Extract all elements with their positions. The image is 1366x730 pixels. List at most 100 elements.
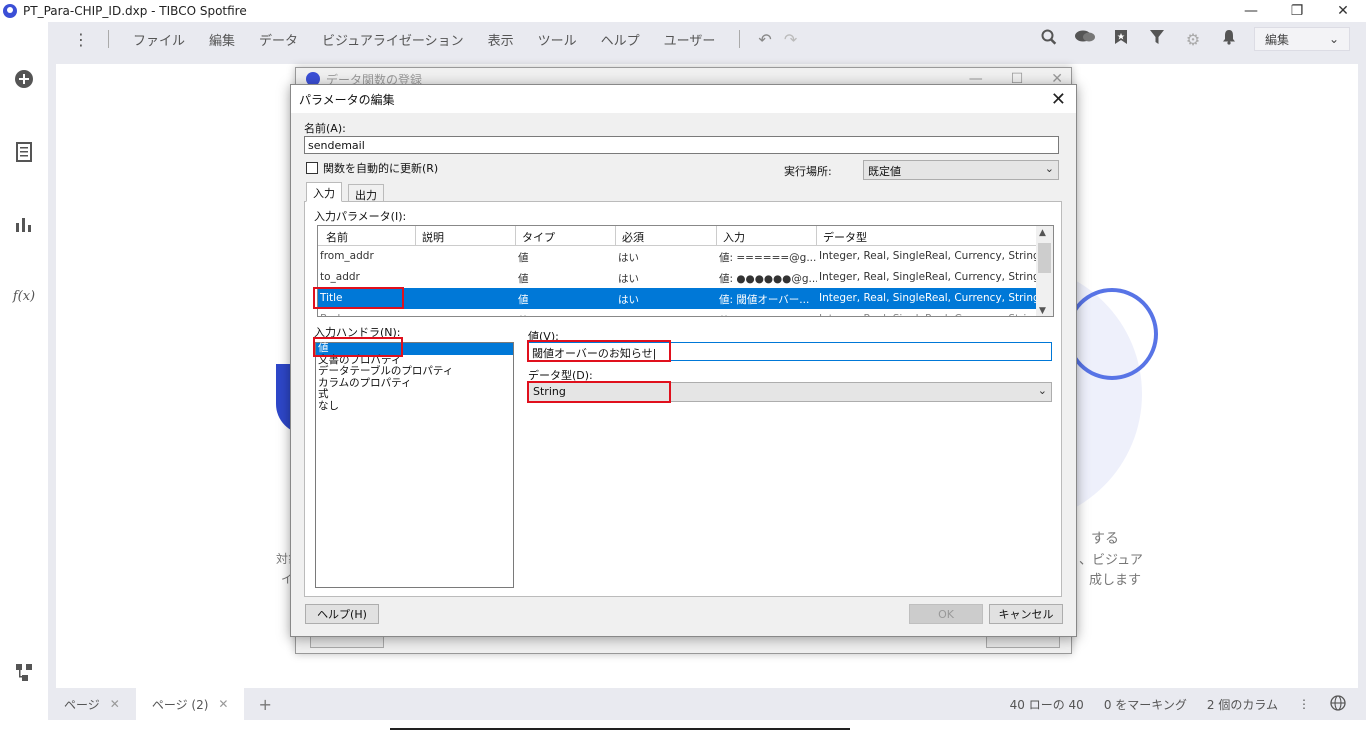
list-item-value[interactable]: 値 bbox=[316, 342, 513, 355]
menu-view[interactable]: 表示 bbox=[488, 30, 514, 49]
minimize-button[interactable]: — bbox=[1228, 0, 1274, 22]
menu-help[interactable]: ヘルプ bbox=[601, 30, 640, 49]
grid-scrollbar[interactable]: ▲ ▼ bbox=[1036, 226, 1053, 316]
cell-datatype: Integer, Real, SingleReal, Currency, Str… bbox=[819, 250, 1038, 262]
scroll-up-icon[interactable]: ▲ bbox=[1039, 228, 1046, 238]
marking-count[interactable]: 0 をマーキング bbox=[1104, 696, 1187, 713]
datatype-value: String bbox=[533, 385, 566, 398]
menu-divider bbox=[739, 30, 741, 48]
input-parameters-grid: 名前 説明 タイプ 必須 入力 データ型 from_addr 値 はい 値: =… bbox=[317, 225, 1054, 317]
input-handler-label: 入力ハンドラ(N): bbox=[314, 326, 401, 339]
menu-edit[interactable]: 編集 bbox=[209, 30, 235, 49]
notification-bell-icon[interactable] bbox=[1218, 29, 1240, 49]
ok-button[interactable]: OK bbox=[909, 604, 983, 624]
menu-visualization[interactable]: ビジュアライゼーション bbox=[322, 30, 464, 49]
scroll-down-icon[interactable]: ▼ bbox=[1039, 306, 1046, 316]
search-icon[interactable] bbox=[1038, 29, 1060, 49]
cell-required: はい bbox=[618, 273, 639, 285]
column-header-description[interactable]: 説明 bbox=[416, 226, 516, 246]
cell-input: 値: ●●●●●●@g... bbox=[719, 273, 817, 285]
tab-input[interactable]: 入力 bbox=[306, 182, 342, 202]
canvas-text-2: 、ビジュア bbox=[1079, 553, 1143, 568]
column-count[interactable]: 2 個のカラム bbox=[1207, 696, 1278, 713]
name-label: 名前(A): bbox=[304, 122, 346, 135]
cell-input: 値: ======@g... bbox=[719, 252, 817, 264]
cell-input: 値: 閾値オーバー... bbox=[719, 294, 810, 306]
add-icon[interactable] bbox=[12, 67, 36, 91]
input-params-label: 入力パラメータ(I): bbox=[314, 210, 407, 223]
flow-icon[interactable] bbox=[12, 660, 36, 684]
scroll-thumb[interactable] bbox=[1038, 243, 1051, 273]
more-options-icon[interactable]: ⋮ bbox=[1298, 697, 1310, 711]
list-item-column-property[interactable]: カラムのプロパティ bbox=[316, 377, 513, 390]
close-window-button[interactable]: ✕ bbox=[1320, 0, 1366, 22]
cell-required: はい bbox=[618, 252, 639, 264]
cell-datatype: Integer, Real, SingleReal, Currency, Str… bbox=[819, 292, 1038, 304]
menu-tools[interactable]: ツール bbox=[538, 30, 577, 49]
edit-parameter-dialog: パラメータの編集 ✕ 名前(A): sendemail 関数を自動的に更新(R)… bbox=[290, 84, 1077, 637]
dialog-close-button[interactable]: ✕ bbox=[1051, 89, 1066, 110]
undo-icon[interactable]: ↶ bbox=[758, 30, 771, 49]
menu-divider bbox=[108, 30, 109, 48]
menu-file[interactable]: ファイル bbox=[133, 30, 185, 49]
table-row[interactable]: to_addr 値 はい 値: ●●●●●●@g... Integer, Rea… bbox=[318, 267, 1038, 288]
menu-data[interactable]: データ bbox=[259, 30, 298, 49]
status-bar: ページ ✕ ページ (2) ✕ + 40 ローの 40 0 をマーキング 2 個… bbox=[48, 688, 1366, 720]
page-tab-2[interactable]: ページ (2) ✕ bbox=[135, 688, 245, 720]
spotfire-logo-icon bbox=[3, 4, 17, 18]
cancel-button[interactable]: キャンセル bbox=[989, 604, 1063, 624]
mode-select[interactable]: 編集 ⌄ bbox=[1254, 27, 1350, 51]
add-page-button[interactable]: + bbox=[258, 695, 271, 714]
datatype-label: データ型(D): bbox=[528, 369, 593, 382]
cell-datatype: Integer, Real, SingleReal, Currency, Str… bbox=[817, 309, 1038, 316]
globe-icon[interactable] bbox=[1330, 694, 1346, 714]
function-icon[interactable]: f(x) bbox=[12, 284, 36, 308]
table-row[interactable]: from_addr 値 はい 値: ======@g... Integer, R… bbox=[318, 246, 1038, 267]
gear-icon[interactable]: ⚙ bbox=[1182, 30, 1204, 49]
column-header-required[interactable]: 必須 bbox=[616, 226, 717, 246]
datatype-select[interactable]: String ⌄ bbox=[528, 382, 1052, 402]
bookmark-icon[interactable] bbox=[1110, 29, 1132, 49]
collaboration-icon[interactable] bbox=[1074, 29, 1096, 49]
name-input[interactable]: sendemail bbox=[304, 136, 1059, 154]
list-item-expression[interactable]: 式 bbox=[316, 388, 513, 401]
exec-location-label: 実行場所: bbox=[784, 165, 832, 178]
close-icon[interactable]: ✕ bbox=[218, 697, 228, 711]
cell-name: to_addr bbox=[320, 271, 360, 283]
redo-icon[interactable]: ↷ bbox=[784, 30, 797, 49]
data-table-icon[interactable] bbox=[12, 140, 36, 164]
list-item-none[interactable]: なし bbox=[316, 400, 513, 413]
tab-output[interactable]: 出力 bbox=[348, 184, 384, 202]
visualization-icon[interactable] bbox=[12, 212, 36, 236]
dialog-titlebar: パラメータの編集 ✕ bbox=[291, 85, 1076, 113]
list-item-datatable-property[interactable]: データテーブルのプロパティ bbox=[316, 365, 513, 378]
page-tab-label: ページ bbox=[64, 697, 100, 712]
column-header-type[interactable]: タイプ bbox=[516, 226, 616, 246]
more-menu-icon[interactable]: ⋮ bbox=[66, 30, 96, 49]
filter-icon[interactable] bbox=[1146, 29, 1168, 49]
window-titlebar: PT_Para-CHIP_ID.dxp - TIBCO Spotfire — ❐… bbox=[0, 0, 1366, 22]
table-row[interactable]: Body 値 はい 値: ... Integer, Real, SingleRe… bbox=[318, 309, 1038, 316]
chevron-down-icon: ⌄ bbox=[1328, 32, 1339, 46]
taskbar-edge bbox=[0, 720, 1366, 730]
close-icon[interactable]: ✕ bbox=[110, 697, 120, 711]
canvas-text-1: する bbox=[1091, 531, 1119, 547]
column-header-input[interactable]: 入力 bbox=[717, 226, 817, 246]
menu-bar: ⋮ ファイル 編集 データ ビジュアライゼーション 表示 ツール ヘルプ ユーザ… bbox=[48, 22, 1366, 56]
menu-user[interactable]: ユーザー bbox=[664, 30, 716, 49]
grid-header: 名前 説明 タイプ 必須 入力 データ型 bbox=[318, 226, 1038, 246]
auto-refresh-checkbox[interactable] bbox=[306, 162, 318, 174]
cell-datatype: Integer, Real, SingleReal, Currency, Str… bbox=[819, 271, 1038, 283]
window-title: PT_Para-CHIP_ID.dxp - TIBCO Spotfire bbox=[23, 4, 247, 18]
value-input[interactable]: 閾値オーバーのお知らせ| bbox=[528, 342, 1052, 361]
restore-button[interactable]: ❐ bbox=[1274, 0, 1320, 22]
table-row-selected[interactable]: Title 値 はい 値: 閾値オーバー... Integer, Real, S… bbox=[318, 288, 1038, 309]
column-header-name[interactable]: 名前 bbox=[318, 226, 416, 246]
page-tab-1[interactable]: ページ ✕ bbox=[48, 688, 136, 720]
row-count[interactable]: 40 ローの 40 bbox=[1010, 696, 1084, 713]
column-header-datatype[interactable]: データ型 bbox=[817, 226, 1038, 246]
help-button[interactable]: ヘルプ(H) bbox=[305, 604, 379, 624]
chevron-down-icon: ⌄ bbox=[1037, 384, 1047, 397]
cell-name: Title bbox=[320, 292, 343, 304]
exec-location-select[interactable]: 既定値 ⌄ bbox=[863, 160, 1059, 180]
